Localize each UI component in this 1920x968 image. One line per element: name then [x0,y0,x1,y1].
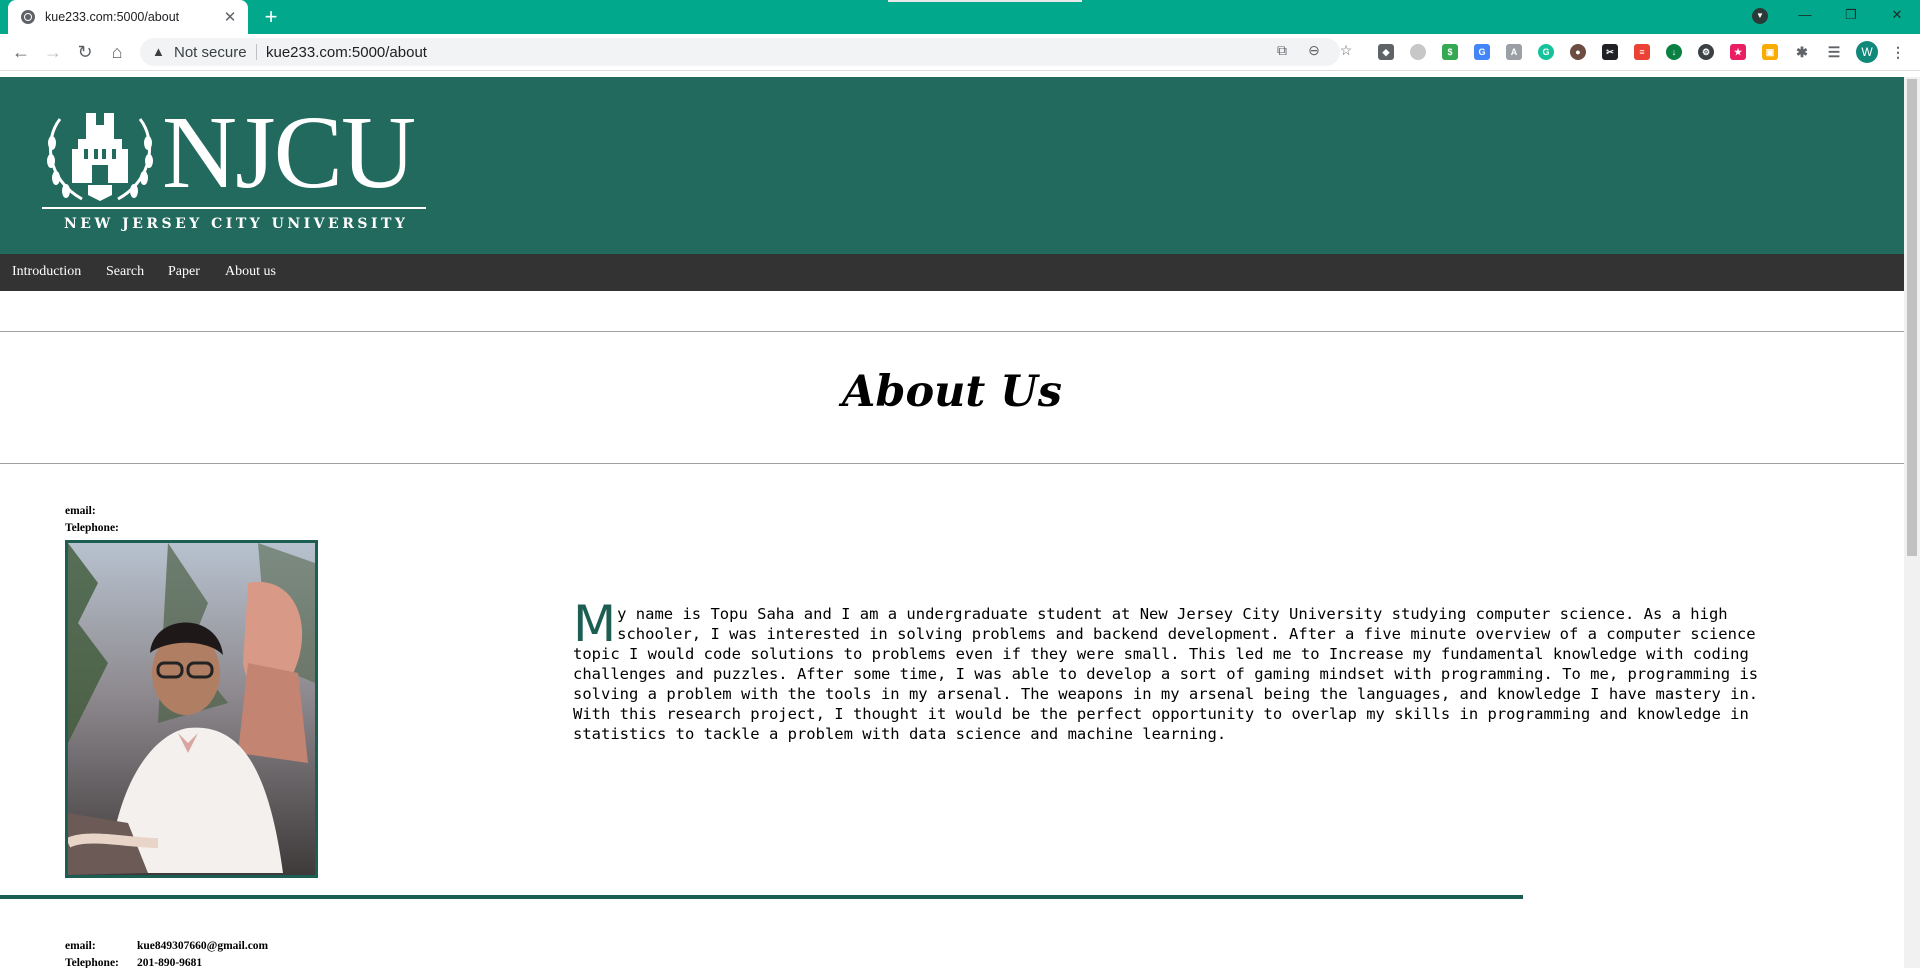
title-bottom-rule [0,463,1904,464]
close-tab-icon[interactable]: ✕ [220,8,240,26]
page-viewport: NJCU NEW JERSEY CITY UNIVERSITY Introduc… [0,77,1904,968]
nav-introduction[interactable]: Introduction [12,264,81,280]
more-menu-icon[interactable]: ⋮ [1890,44,1906,60]
translate-icon[interactable]: ⧉ [1272,42,1292,59]
globe-icon [21,10,35,24]
telephone-label: Telephone: [65,522,119,534]
member-1-photo [65,540,318,878]
email-label: email: [65,505,96,517]
minimize-button[interactable]: — [1782,0,1828,30]
extension-reader-icon[interactable]: A [1506,44,1522,60]
member-2-contact: email: kue849307660@gmail.com Telephone: 2… [65,938,268,968]
extension-tools-icon[interactable]: ✂ [1602,44,1618,60]
extension-red-icon[interactable]: ≡ [1634,44,1650,60]
extension-dollar-icon[interactable]: $ [1442,44,1458,60]
scrollbar-thumb[interactable] [1907,79,1917,556]
profile-avatar[interactable]: W [1856,41,1878,63]
tab-title: kue233.com:5000/about [45,10,180,24]
email-value[interactable]: kue849307660@gmail.com [137,940,268,952]
warning-icon[interactable]: ▲ [152,44,165,59]
page-title: About Us [842,367,1062,417]
home-icon[interactable]: ⌂ [105,40,129,64]
extension-translate-icon[interactable]: G [1474,44,1490,60]
nav-search[interactable]: Search [106,264,144,280]
nav-about-us[interactable]: About us [225,264,276,280]
telephone-label: Telephone: [65,957,119,968]
reload-icon[interactable]: ↻ [73,40,97,64]
logo-wordmark: NJCU [162,95,416,210]
extension-gear-icon[interactable]: ⚙ [1698,44,1714,60]
browser-tabstrip: kue233.com:5000/about ✕ + ▼ — ❐ ✕ [0,0,1920,34]
nav-paper[interactable]: Paper [168,264,200,280]
extensions-puzzle-icon[interactable]: ✱ [1794,44,1810,60]
browser-toolbar: ← → ↻ ⌂ ▲ Not secure kue233.com:5000/abo… [0,34,1920,71]
omnibox-separator [256,44,257,60]
portrait-image [68,543,315,875]
title-top-rule [0,331,1904,332]
window-drag-area [888,0,1082,2]
zoom-icon[interactable]: ⊖ [1304,42,1324,59]
reading-list-icon[interactable]: ☰ [1826,44,1842,60]
back-icon[interactable]: ← [9,40,33,64]
new-tab-button[interactable]: + [259,5,283,29]
address-bar[interactable]: ▲ Not secure kue233.com:5000/about ⧉ ⊖ ☆ [140,38,1352,66]
extension-off-icon[interactable]: ★ [1730,44,1746,60]
close-window-button[interactable]: ✕ [1874,0,1920,30]
url-text[interactable]: kue233.com:5000/about [266,44,427,61]
member-1-bio: My name is Topu Saha and I am a undergra… [573,595,1770,744]
site-navbar: Introduction Search Paper About us [0,254,1904,291]
member-divider [0,895,1523,899]
site-header: NJCU NEW JERSEY CITY UNIVERSITY [0,77,1904,254]
logo-rule [42,207,426,209]
extension-dropbox-icon[interactable]: ◆ [1378,44,1394,60]
extension-gray-icon[interactable] [1410,44,1426,60]
bio-dropcap: M [573,595,617,653]
security-status[interactable]: Not secure [174,44,247,61]
tab-search-icon[interactable]: ▼ [1752,8,1768,24]
email-label: email: [65,940,96,952]
bookmark-star-icon[interactable]: ☆ [1336,42,1356,59]
telephone-value: 201-890-9681 [137,957,203,968]
browser-tab-active[interactable]: kue233.com:5000/about ✕ [8,0,248,34]
forward-icon[interactable]: → [41,40,65,64]
page-scrollbar[interactable] [1904,77,1920,968]
restore-button[interactable]: ❐ [1828,0,1874,30]
extension-cat-icon[interactable]: ● [1570,44,1586,60]
extension-grammarly-icon[interactable]: G [1538,44,1554,60]
extension-download-icon[interactable]: ↓ [1666,44,1682,60]
logo-subtitle: NEW JERSEY CITY UNIVERSITY [64,216,409,232]
bio-text: y name is Topu Saha and I am a undergrad… [573,605,1759,743]
extension-yellow-icon[interactable]: ▣ [1762,44,1778,60]
member-1-contact: email: Telephone: [65,503,137,537]
university-seal-icon [47,113,153,201]
